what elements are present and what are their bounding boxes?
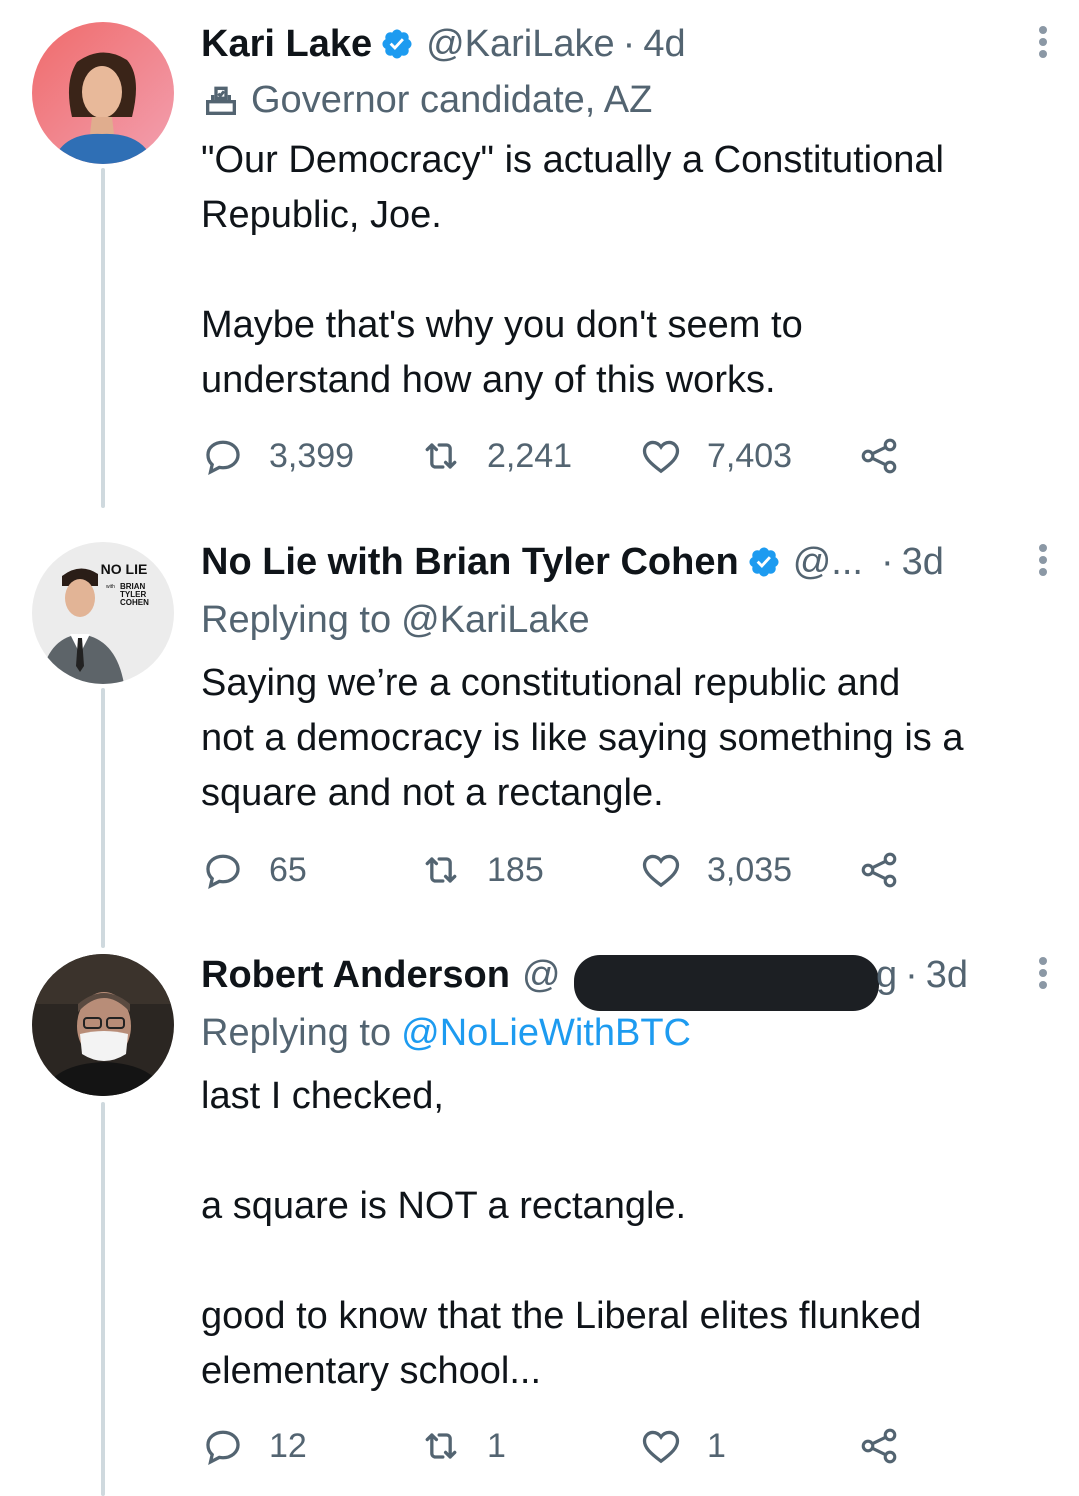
thread-line	[101, 168, 105, 508]
share-icon	[857, 848, 901, 892]
verified-badge-icon	[380, 27, 414, 61]
ballot-box-icon	[201, 80, 241, 120]
like-icon	[639, 848, 683, 892]
like-button[interactable]: 7,403	[639, 434, 792, 478]
tweet-text-line: "Our Democracy" is actually a Constituti…	[201, 139, 944, 181]
tweet-text-line: elementary school...	[201, 1350, 542, 1392]
replying-to-label: Replying to	[201, 1011, 392, 1054]
action-bar: 65 185 3,035	[201, 848, 961, 892]
thread-line	[101, 1102, 105, 1496]
author-name[interactable]: No Lie with Brian Tyler Cohen	[201, 541, 739, 584]
tweet-text-line: understand how any of this works.	[201, 359, 776, 401]
tweet-header: Kari Lake @KariLake · 4d	[201, 20, 1049, 68]
separator-dot: ·	[905, 953, 918, 996]
reply-icon	[201, 848, 245, 892]
redaction-bar	[574, 955, 879, 1011]
avatar[interactable]: NO LIE with BRIAN TYLER COHEN	[32, 542, 174, 684]
reply-button[interactable]: 3,399	[201, 434, 354, 478]
retweet-icon	[419, 1424, 463, 1468]
tweet-text-line: good to know that the Liberal elites flu…	[201, 1295, 922, 1337]
reply-count: 3,399	[269, 436, 355, 475]
retweet-count: 2,241	[487, 436, 573, 475]
avatar-logo-text: COHEN	[120, 598, 149, 607]
tweet-text-line: Saying we’re a constitutional republic a…	[201, 662, 901, 704]
share-icon	[857, 434, 901, 478]
retweet-count: 1	[487, 1426, 506, 1465]
share-button[interactable]	[857, 848, 901, 892]
replying-to-handle[interactable]: @NoLieWithBTC	[401, 1012, 691, 1055]
avatar[interactable]	[32, 954, 174, 1096]
share-button[interactable]	[857, 434, 901, 478]
tweet-text-line: a square is NOT a rectangle.	[201, 1185, 687, 1227]
tweet-header: No Lie with Brian Tyler Cohen @... · 3d	[201, 538, 1049, 586]
reply-count: 12	[269, 1426, 307, 1465]
share-button[interactable]	[857, 1424, 901, 1468]
author-name[interactable]: Kari Lake	[201, 23, 372, 66]
replying-to-label: Replying to	[201, 598, 392, 641]
like-count: 7,403	[707, 436, 793, 475]
action-bar: 12 1 1	[201, 1424, 961, 1468]
tweet-text: "Our Democracy" is actually a Constituti…	[201, 133, 1055, 408]
tweet-text: Saying we’re a constitutional republic a…	[201, 656, 1055, 821]
replying-to: Replying to @KariLake	[201, 596, 590, 644]
tweet-text-line: last I checked,	[201, 1075, 444, 1117]
separator-dot: ·	[880, 540, 894, 583]
thread-line	[101, 688, 105, 948]
account-label: Governor candidate, AZ	[201, 76, 652, 124]
like-icon	[639, 1424, 683, 1468]
verified-badge-icon	[747, 545, 781, 579]
retweet-count: 185	[487, 850, 544, 889]
reply-icon	[201, 1424, 245, 1468]
account-label-text: Governor candidate, AZ	[251, 78, 653, 121]
reply-count: 65	[269, 850, 307, 889]
like-count: 3,035	[707, 850, 793, 889]
avatar[interactable]	[32, 22, 174, 164]
more-icon[interactable]	[1033, 538, 1053, 582]
tweet-text: last I checked, a square is NOT a rectan…	[201, 1069, 1055, 1399]
replying-to-handle[interactable]: @KariLake	[401, 599, 590, 642]
avatar-logo-text: with	[106, 584, 115, 590]
tweet-text-line: not a democracy is like saying something…	[201, 717, 964, 759]
replying-to: Replying to @NoLieWithBTC	[201, 1009, 691, 1057]
more-icon[interactable]	[1033, 20, 1053, 64]
tweet-text-line: square and not a rectangle.	[201, 772, 664, 814]
retweet-button[interactable]: 2,241	[419, 434, 572, 478]
retweet-button[interactable]: 1	[419, 1424, 506, 1468]
timestamp[interactable]: 4d	[643, 23, 685, 66]
tweet-text-line: Maybe that's why you don't seem to	[201, 304, 803, 346]
timestamp[interactable]: 3d	[926, 954, 968, 997]
retweet-button[interactable]: 185	[419, 848, 544, 892]
reply-icon	[201, 434, 245, 478]
reply-button[interactable]: 12	[201, 1424, 307, 1468]
separator-dot: ·	[622, 22, 636, 65]
share-icon	[857, 1424, 901, 1468]
author-handle[interactable]: @KariLake	[426, 23, 615, 66]
author-handle-start[interactable]: @	[522, 954, 561, 997]
action-bar: 3,399 2,241 7,403	[201, 434, 961, 478]
retweet-icon	[419, 434, 463, 478]
timestamp[interactable]: 3d	[902, 541, 944, 584]
like-button[interactable]: 1	[639, 1424, 726, 1468]
like-icon	[639, 434, 683, 478]
avatar-logo-text: NO LIE	[101, 561, 148, 577]
more-icon[interactable]	[1033, 951, 1053, 995]
tweet-text-line: Republic, Joe.	[201, 194, 442, 236]
reply-button[interactable]: 65	[201, 848, 307, 892]
author-handle-end[interactable]: g	[876, 954, 897, 997]
tweet-header-end: g · 3d	[876, 951, 968, 999]
like-count: 1	[707, 1426, 726, 1465]
like-button[interactable]: 3,035	[639, 848, 792, 892]
author-name[interactable]: Robert Anderson	[201, 954, 510, 997]
retweet-icon	[419, 848, 463, 892]
author-handle[interactable]: @...	[793, 541, 863, 584]
